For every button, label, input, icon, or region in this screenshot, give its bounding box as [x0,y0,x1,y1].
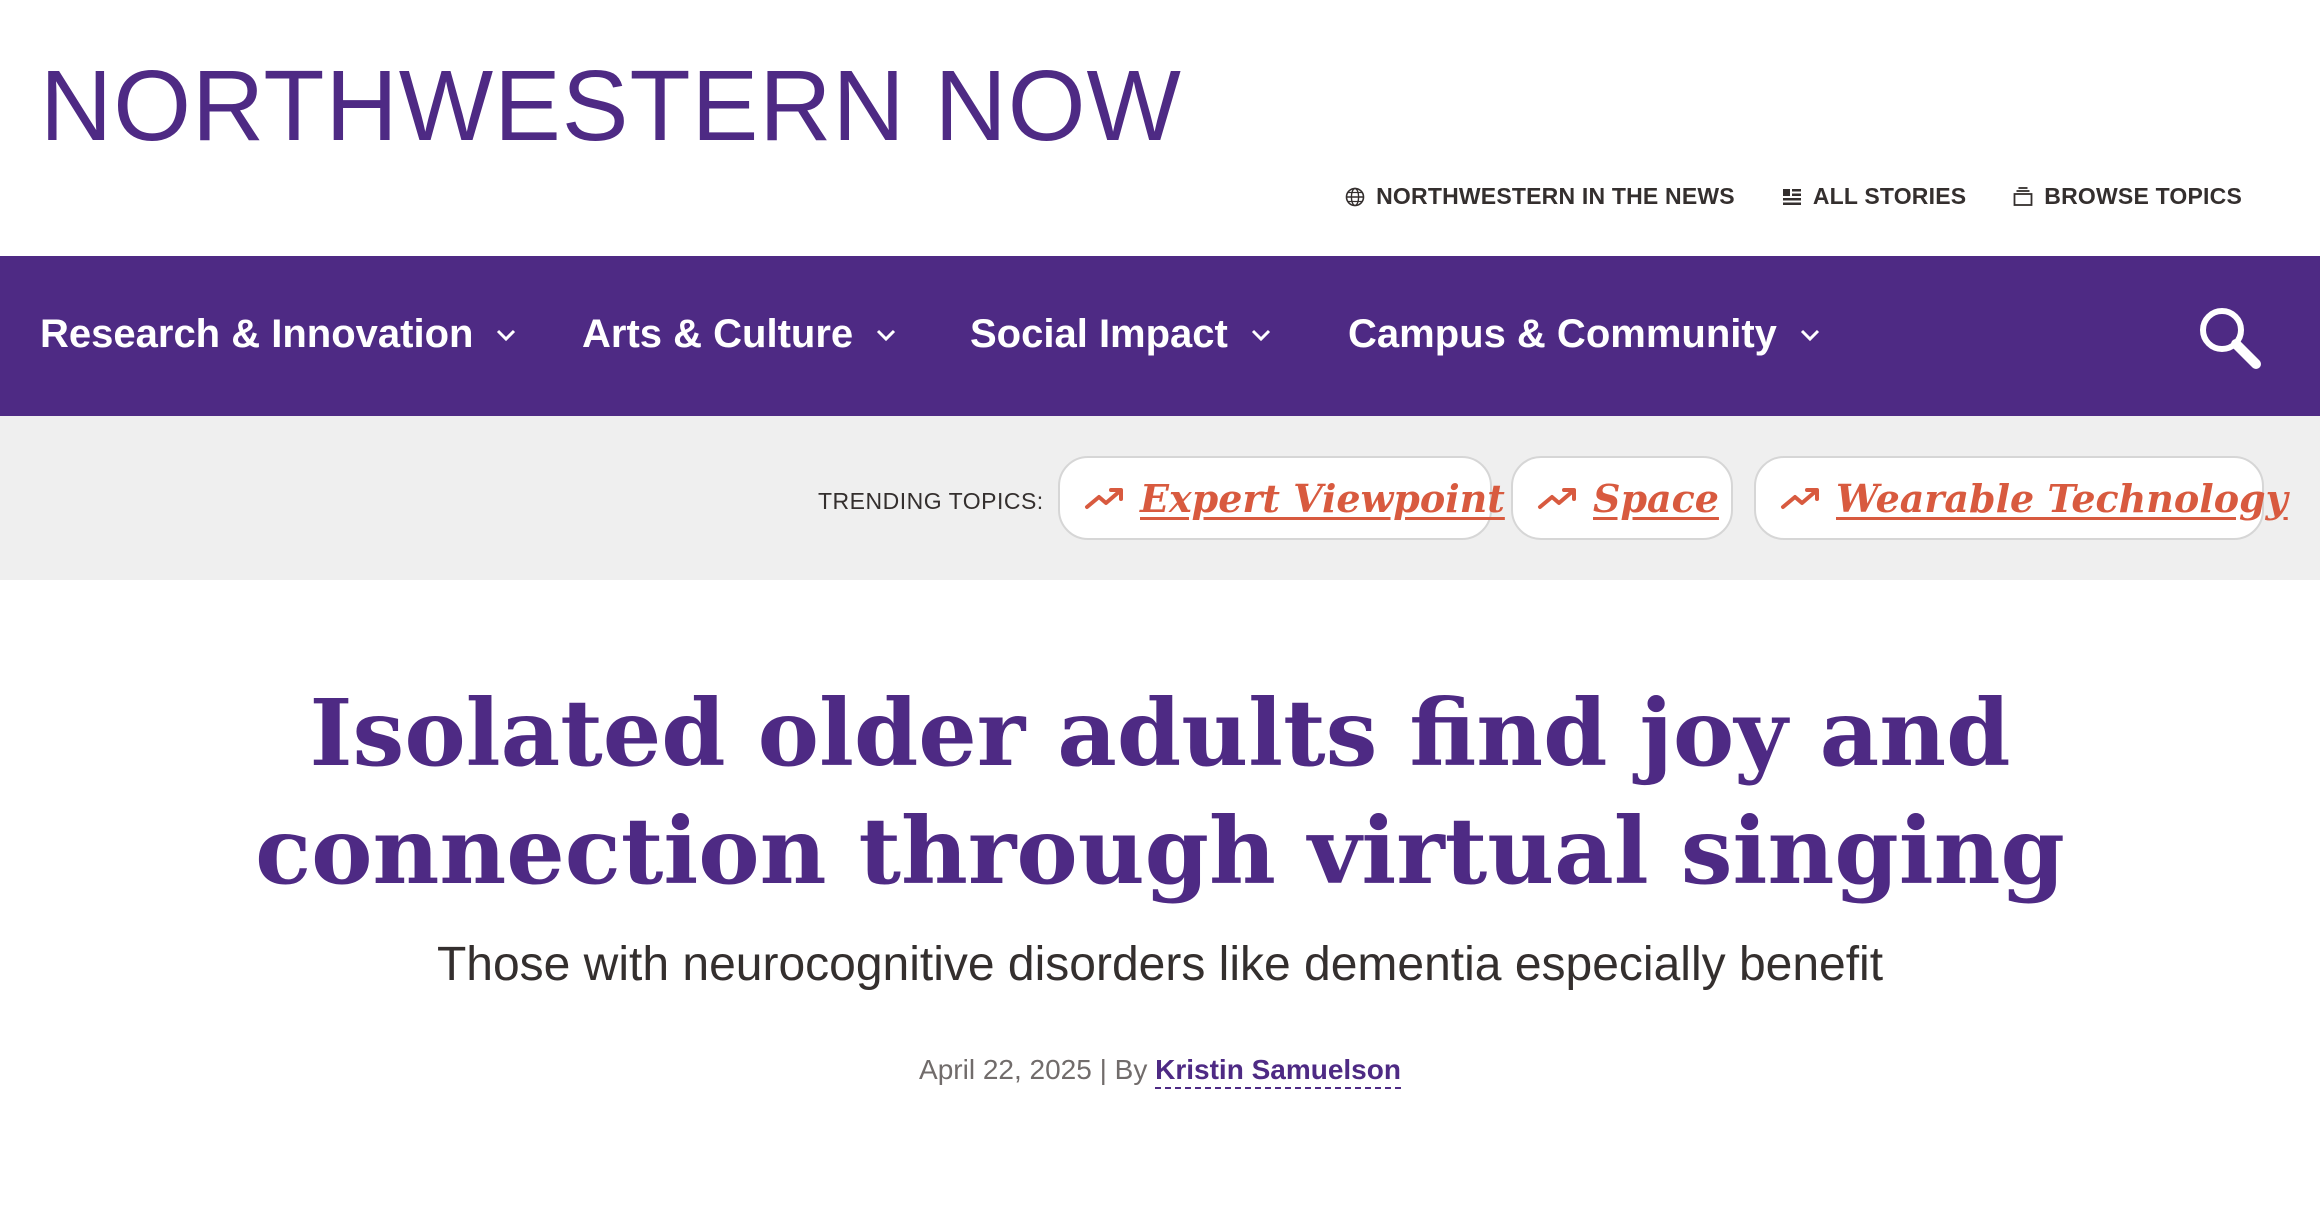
chevron-down-icon [1251,329,1270,341]
headline-line-1: Isolated older adults find joy and [309,679,2011,787]
stack-icon [2013,186,2033,206]
in-the-news-link[interactable]: NORTHWESTERN IN THE NEWS [1344,183,1735,210]
main-nav: Research & Innovation Arts & Culture Soc… [0,256,2320,416]
topic-expert-viewpoint[interactable]: Expert Viewpoint [1058,456,1505,540]
browse-topics-label: BROWSE TOPICS [2044,183,2242,209]
byline: April 22, 2025 | By Kristin Samuelson [0,1054,2320,1089]
trending-label: TRENDING TOPICS: [818,488,1044,514]
topic-label: Expert Viewpoint [1140,475,1505,521]
topic-label: Wearable Technology [1836,475,2288,521]
all-stories-link[interactable]: ALL STORIES [1781,183,1966,210]
topic-wearable-technology[interactable]: Wearable Technology [1754,456,2288,540]
browse-topics-link[interactable]: BROWSE TOPICS [2012,183,2242,210]
globe-icon [1345,187,1365,206]
author-link[interactable]: Kristin Samuelson [1155,1054,1401,1089]
nav-item-campus-community[interactable]: Campus & Community [1348,312,1821,357]
publish-date: April 22, 2025 [919,1054,1092,1085]
nav-item-arts-culture[interactable]: Arts & Culture [582,312,897,357]
nav-item-social-impact[interactable]: Social Impact [970,312,1272,357]
utility-nav: NORTHWESTERN IN THE NEWS ALL STORIES BRO… [1344,183,2242,210]
trending-up-icon [1538,488,1576,509]
all-stories-label: ALL STORIES [1812,183,1967,209]
site-title[interactable]: NORTHWESTERN NOW [40,56,1182,156]
in-the-news-label: NORTHWESTERN IN THE NEWS [1376,183,1735,209]
article-headline: Isolated older adults find joy and conne… [0,674,2320,910]
topic-label: Space [1593,475,1719,521]
search-button[interactable] [2196,304,2262,370]
byline-separator: | By [1091,1054,1156,1085]
nav-item-label: Arts & Culture [582,312,854,356]
nav-item-research-innovation[interactable]: Research & Innovation [40,312,517,357]
trending-bar: TRENDING TOPICS: Expert Viewpoint Space … [0,416,2320,580]
masthead: NORTHWESTERN NOW NORTHWESTERN IN THE NEW… [0,0,2320,256]
trending-up-icon [1781,488,1819,509]
headline-line-2: connection through virtual singing [255,797,2065,905]
chevron-down-icon [1800,329,1819,341]
trending-up-icon [1085,488,1123,509]
article-subhead: Those with neurocognitive disorders like… [436,938,1884,991]
topic-space[interactable]: Space [1511,456,1733,540]
article-header: Isolated older adults find joy and conne… [0,580,2320,1089]
nav-item-label: Social Impact [970,312,1228,356]
chevron-down-icon [497,329,516,341]
nav-item-label: Research & Innovation [40,312,474,356]
nav-item-label: Campus & Community [1348,312,1777,356]
search-icon [2200,308,2261,369]
list-icon [1782,188,1801,205]
chevron-down-icon [877,329,896,341]
